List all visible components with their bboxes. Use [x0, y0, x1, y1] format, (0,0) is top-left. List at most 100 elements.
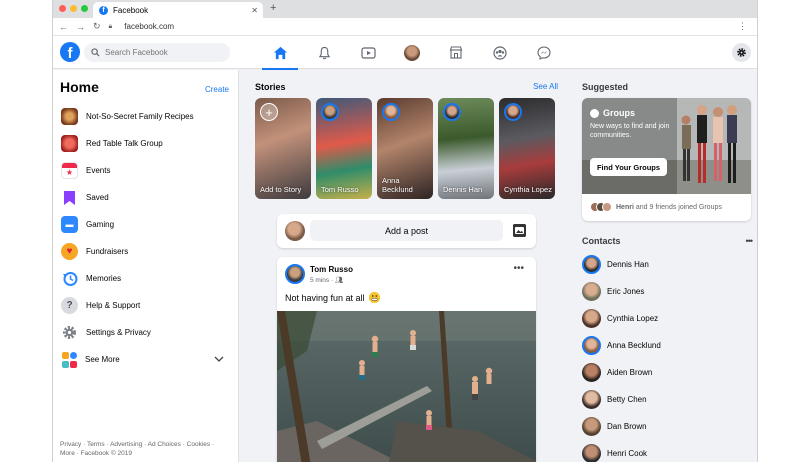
marketplace-icon: [449, 46, 463, 59]
sidebar-item-label: See More: [85, 355, 120, 364]
contact-item[interactable]: Dan Brown: [582, 413, 661, 440]
group-photo-icon: [61, 135, 78, 152]
contact-name: Aiden Brown: [607, 368, 653, 377]
sidebar-item-gaming[interactable]: ▬ Gaming: [53, 211, 238, 238]
plus-icon: +: [260, 103, 278, 121]
grid-icon: [61, 351, 77, 368]
sidebar-item-label: Not-So-Secret Family Recipes: [86, 112, 194, 121]
avatar: [582, 417, 601, 436]
sidebar-item-red-table-talk[interactable]: Red Table Talk Group: [53, 130, 238, 157]
reload-icon[interactable]: ↻: [93, 21, 101, 32]
sidebar-item-events[interactable]: ★ Events: [53, 157, 238, 184]
bookmark-icon: [61, 189, 78, 206]
url-field[interactable]: facebook.com: [124, 22, 174, 31]
footer-line[interactable]: More · Facebook © 2019: [60, 449, 230, 458]
post-text-row: Not having fun at all: [285, 292, 380, 303]
story-name: Dennis Han: [443, 185, 483, 194]
contact-item[interactable]: Cynthia Lopez: [582, 305, 661, 332]
contact-item[interactable]: Betty Chen: [582, 386, 661, 413]
avatar: [382, 103, 400, 121]
chevron-down-icon[interactable]: [214, 355, 224, 364]
post-time[interactable]: 5 mins ·: [310, 277, 333, 284]
story-card[interactable]: Tom Russo: [316, 98, 372, 199]
find-your-groups-button[interactable]: Find Your Groups: [590, 158, 667, 176]
nav-messenger[interactable]: [522, 36, 566, 69]
avatar: [582, 336, 601, 355]
avatar: [582, 444, 601, 462]
sidebar-item-family-recipes[interactable]: Not-So-Secret Family Recipes: [53, 103, 238, 130]
search-input[interactable]: [105, 48, 215, 57]
contact-item[interactable]: Anna Becklund: [582, 332, 661, 359]
forward-icon[interactable]: →: [76, 22, 85, 32]
nav-groups[interactable]: [478, 36, 522, 69]
nav-profile[interactable]: [390, 36, 434, 69]
avatar[interactable]: [285, 264, 305, 284]
contact-item[interactable]: Aiden Brown: [582, 359, 661, 386]
groups-footer-text: and 9 friends joined Groups: [635, 203, 722, 211]
search-box[interactable]: [84, 43, 230, 62]
sidebar-item-see-more[interactable]: See More: [53, 346, 238, 373]
contact-item[interactable]: Eric Jones: [582, 278, 661, 305]
sidebar-item-saved[interactable]: Saved: [53, 184, 238, 211]
post-photo[interactable]: [277, 311, 536, 462]
sidebar-item-help[interactable]: ? Help & Support: [53, 292, 238, 319]
post-options-icon[interactable]: •••: [513, 263, 524, 274]
avatar: [582, 309, 601, 328]
new-tab-icon[interactable]: +: [270, 2, 276, 14]
sidebar-item-memories[interactable]: Memories: [53, 265, 238, 292]
close-window-button[interactable]: [59, 5, 66, 12]
photo-icon[interactable]: [513, 224, 526, 237]
browser-menu-icon[interactable]: ⋮: [738, 21, 747, 32]
contacts-options-icon[interactable]: •••: [746, 236, 754, 246]
browser-tab-bar: f Facebook ✕ +: [53, 0, 757, 18]
feed-post: Tom Russo 5 mins · 👥︎ ••• Not having fun…: [277, 257, 536, 462]
nav-watch[interactable]: [346, 36, 390, 69]
browser-tab[interactable]: f Facebook ✕: [93, 2, 263, 18]
close-tab-icon[interactable]: ✕: [251, 6, 258, 15]
post-author[interactable]: Tom Russo: [310, 265, 353, 274]
gear-icon: [737, 48, 746, 57]
sidebar-item-fundraisers[interactable]: ♥ Fundraisers: [53, 238, 238, 265]
groups-suggestion-card[interactable]: Groups New ways to find and join communi…: [582, 98, 751, 221]
back-icon[interactable]: ←: [59, 22, 68, 32]
nav-marketplace[interactable]: [434, 36, 478, 69]
settings-button[interactable]: [732, 43, 751, 62]
heart-icon: ♥: [61, 243, 78, 260]
story-card-add[interactable]: + Add to Story: [255, 98, 311, 199]
sidebar-title: Home: [60, 79, 99, 95]
contact-item[interactable]: Dennis Han: [582, 251, 661, 278]
contact-name: Anna Becklund: [607, 341, 661, 350]
avatar: [582, 390, 601, 409]
maximize-window-button[interactable]: [81, 5, 88, 12]
nav-notifications[interactable]: [302, 36, 346, 69]
facebook-logo-icon[interactable]: f: [60, 42, 80, 62]
avatar: [321, 103, 339, 121]
search-icon: [91, 48, 100, 57]
grimace-emoji-icon: [368, 292, 380, 303]
profile-avatar: [404, 44, 420, 61]
post-text: Not having fun at all: [285, 292, 365, 303]
story-card[interactable]: Dennis Han: [438, 98, 494, 199]
sidebar-item-label: Red Table Talk Group: [86, 139, 163, 148]
contact-name: Betty Chen: [607, 395, 647, 404]
see-all-stories-link[interactable]: See All: [533, 82, 558, 92]
footer-line[interactable]: Privacy · Terms · Advertising · Ad Choic…: [60, 440, 230, 449]
contact-item[interactable]: Henri Cook: [582, 440, 661, 462]
groups-subtitle: New ways to find and join communities.: [590, 123, 670, 139]
sidebar-item-label: Memories: [86, 274, 122, 283]
story-name: Add to Story: [260, 185, 302, 194]
sidebar-item-settings[interactable]: Settings & Privacy: [53, 319, 238, 346]
footer-links: Privacy · Terms · Advertising · Ad Choic…: [60, 440, 230, 458]
minimize-window-button[interactable]: [70, 5, 77, 12]
add-post-input[interactable]: Add a post: [310, 220, 503, 241]
main-nav: [258, 36, 566, 70]
story-card[interactable]: Cynthia Lopez: [499, 98, 555, 199]
create-link[interactable]: Create: [205, 85, 229, 94]
avatar: [582, 282, 601, 301]
nav-home[interactable]: [258, 36, 302, 70]
calendar-icon: ★: [61, 162, 78, 179]
sidebar-item-label: Fundraisers: [86, 247, 129, 256]
avatar: [443, 103, 461, 121]
contact-name: Eric Jones: [607, 287, 645, 296]
story-card[interactable]: Anna Becklund: [377, 98, 433, 199]
